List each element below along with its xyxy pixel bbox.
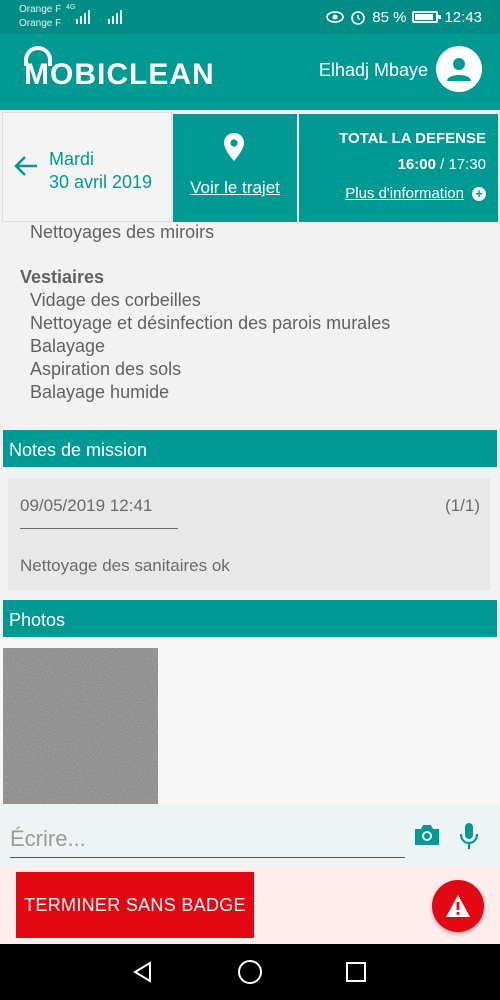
task-item: Nettoyages des miroirs: [30, 222, 215, 242]
finish-without-badge-button[interactable]: TERMINER SANS BADGE: [16, 872, 254, 938]
mission-day: Mardi: [49, 149, 95, 169]
divider: [20, 528, 178, 529]
battery-percent: 85 %: [372, 8, 407, 26]
user-icon: [447, 58, 471, 81]
notes-header: Notes de mission: [3, 430, 497, 467]
mission-time: 16:00 / 17:30: [398, 156, 486, 173]
photos-header: Photos: [3, 600, 497, 637]
photo-texture: [3, 648, 158, 804]
plus-circle-icon: +: [472, 186, 486, 201]
alarm-icon: [351, 11, 366, 25]
footer: TERMINER SANS BADGE: [0, 866, 500, 944]
note-datetime: 09/05/2019 12:41: [20, 496, 153, 515]
signal-icon: [108, 8, 122, 24]
nav-home-icon[interactable]: [238, 960, 262, 984]
site-info-box: TOTAL LA DEFENSE 16:00 / 17:30 Plus d'in…: [299, 114, 498, 222]
microphone-icon[interactable]: [458, 821, 480, 851]
photo-thumbnail[interactable]: [3, 648, 158, 804]
mission-date: 30 avril 2019: [49, 172, 153, 192]
warning-icon: [446, 895, 470, 917]
back-arrow-icon[interactable]: [13, 153, 39, 179]
note-card[interactable]: 09/05/2019 12:41 (1/1) Nettoyage des san…: [8, 478, 490, 590]
task-group-title: Vestiaires: [20, 267, 105, 287]
battery-icon: [412, 11, 442, 23]
network-type: 4G: [66, 4, 76, 11]
task-item: Aspiration des sols: [30, 359, 182, 379]
app-header: MOBICLEAN Elhadj Mbaye: [0, 34, 500, 110]
note-counter: (1/1): [445, 496, 480, 515]
alert-button[interactable]: [432, 880, 484, 932]
carrier-label: Orange F: [19, 4, 62, 15]
more-info-link[interactable]: Plus d'information +: [345, 185, 486, 202]
route-button[interactable]: Voir le trajet: [173, 114, 297, 222]
mission-info-bar: Mardi 30 avril 2019 Voir le trajet TOTAL…: [0, 112, 500, 222]
user-name: Elhadj Mbaye: [318, 60, 428, 80]
more-info-label[interactable]: Plus d'information: [345, 185, 464, 202]
status-right: 85 % 12:43: [326, 6, 482, 28]
date-box[interactable]: Mardi 30 avril 2019: [2, 112, 172, 222]
system-nav-bar: [0, 944, 500, 1000]
note-text: Nettoyage des sanitaires ok: [20, 556, 230, 575]
status-bar: Orange F Orange F 4G 85 % 12:43: [0, 0, 500, 34]
start-time: 16:00: [397, 156, 436, 173]
location-pin-icon: [224, 133, 244, 161]
task-item: Vidage des corbeilles: [30, 290, 201, 310]
nav-recent-icon[interactable]: [346, 962, 366, 982]
site-name: TOTAL LA DEFENSE: [339, 130, 486, 147]
clock: 12:43: [444, 8, 482, 26]
camera-icon[interactable]: [413, 823, 441, 847]
time-separator: /: [435, 156, 449, 173]
app-logo: MOBICLEAN: [24, 58, 215, 91]
carrier-label: Orange F: [19, 18, 62, 29]
avatar[interactable]: [436, 46, 482, 92]
photos-area: [0, 637, 500, 804]
eye-icon: [326, 11, 345, 23]
route-link[interactable]: Voir le trajet: [173, 178, 297, 198]
task-list: Nettoyages des miroirs Vestiaires Vidage…: [0, 222, 500, 427]
end-time: 17:30: [448, 156, 486, 173]
signal-icon: [76, 8, 90, 24]
task-item: Balayage humide: [30, 382, 170, 402]
task-item: Balayage: [30, 336, 106, 356]
nav-back-icon[interactable]: [132, 961, 154, 983]
task-item: Nettoyage et désinfection des parois mur…: [30, 313, 391, 333]
message-input[interactable]: [10, 820, 405, 858]
compose-bar: [0, 804, 500, 866]
